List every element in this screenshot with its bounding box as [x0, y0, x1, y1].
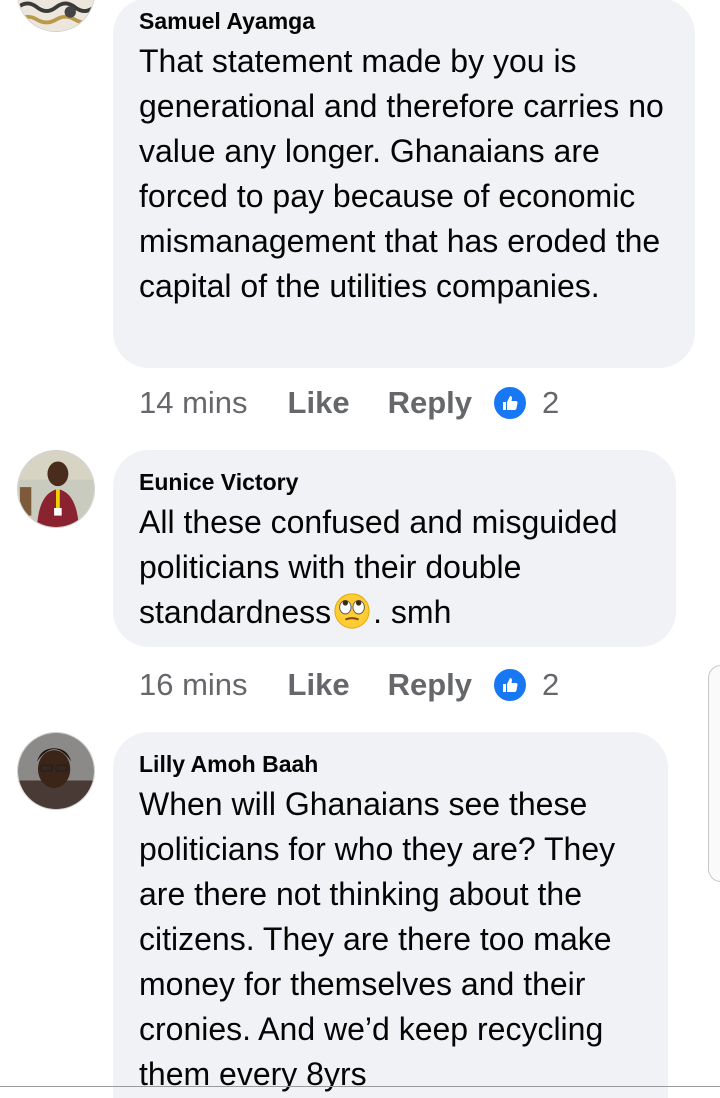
like-icon[interactable] [492, 385, 528, 421]
comment-timestamp[interactable]: 16 mins [139, 667, 248, 703]
commenter-avatar[interactable] [17, 732, 95, 810]
commenter-avatar[interactable] [17, 450, 95, 528]
comment-author[interactable]: Lilly Amoh Baah [139, 749, 642, 779]
commenter-avatar[interactable] [17, 0, 95, 32]
face-with-rolling-eyes-emoji [333, 592, 371, 630]
scrollbar-handle[interactable] [708, 665, 720, 882]
comment-bubble: Lilly Amoh Baah When will Ghanaians see … [113, 732, 668, 1098]
reaction-count[interactable]: 2 [542, 667, 559, 703]
comment-text: When will Ghanaians see these politician… [139, 786, 616, 1092]
reaction-count[interactable]: 2 [542, 385, 559, 421]
comment-bubble: Eunice Victory All these confused and mi… [113, 450, 676, 647]
reply-button[interactable]: Reply [388, 385, 472, 421]
comment-text: All these confused and misguided politic… [139, 500, 650, 635]
comment-author[interactable]: Samuel Ayamga [139, 6, 669, 36]
comment-actions: 16 mins Like Reply 2 [139, 662, 559, 708]
comment-text: That statement made by you is generation… [139, 43, 664, 304]
comment-bubble: Samuel Ayamga That statement made by you… [113, 0, 695, 368]
comments-thread: Samuel Ayamga That statement made by you… [0, 0, 720, 1098]
comment-author[interactable]: Eunice Victory [139, 467, 650, 497]
like-icon[interactable] [492, 667, 528, 703]
divider [0, 1086, 720, 1087]
comment-timestamp[interactable]: 14 mins [139, 385, 248, 421]
like-button[interactable]: Like [288, 667, 350, 703]
like-button[interactable]: Like [288, 385, 350, 421]
comment-actions: 14 mins Like Reply 2 [139, 380, 559, 426]
reply-button[interactable]: Reply [388, 667, 472, 703]
comment-text-part: . smh [373, 594, 452, 630]
